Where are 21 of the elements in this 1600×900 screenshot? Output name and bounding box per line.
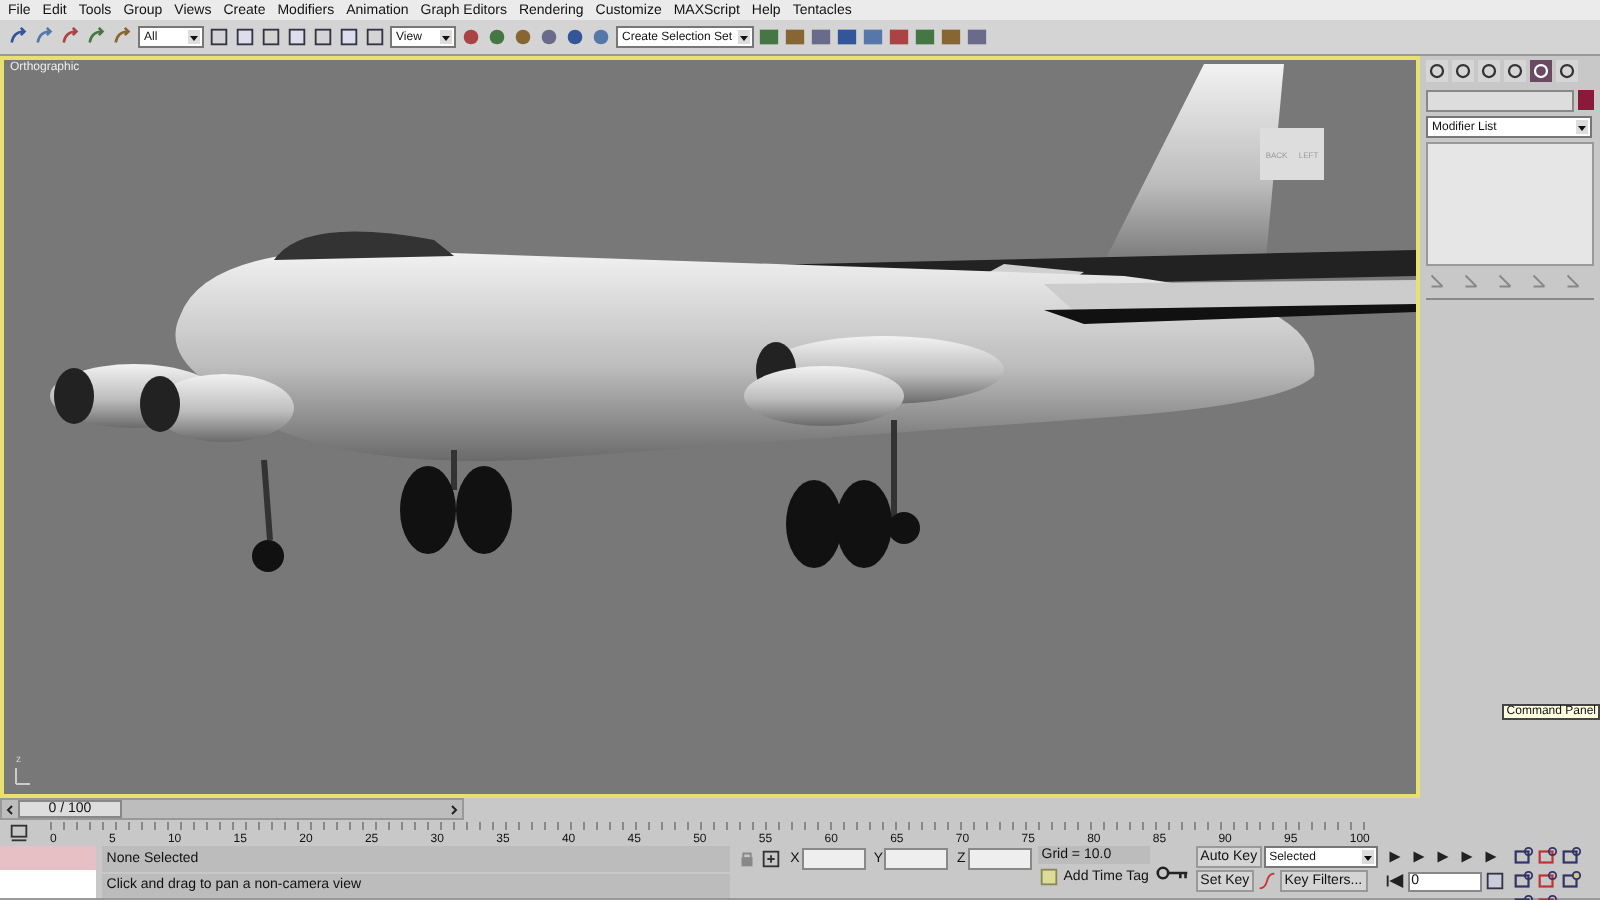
- coordinate-field[interactable]: [967, 848, 1032, 870]
- next-frame-button[interactable]: [446, 801, 462, 817]
- key-mode-toggle-icon[interactable]: [1383, 870, 1406, 892]
- undo-icon[interactable]: [8, 26, 30, 48]
- coordinate-field[interactable]: [801, 848, 866, 870]
- axis-gizmo-icon: [12, 766, 32, 786]
- key-tangent-icon[interactable]: [1255, 870, 1278, 892]
- caret-icon: [1361, 850, 1374, 864]
- caret-icon: [188, 30, 200, 44]
- maxscript-output-field[interactable]: [0, 870, 97, 898]
- caret-icon: [738, 30, 751, 44]
- rectangle-select-icon[interactable]: [260, 26, 282, 48]
- object-name-field[interactable]: [1426, 90, 1574, 112]
- key-icon[interactable]: [1155, 863, 1191, 881]
- caret-icon: [440, 30, 452, 44]
- object-color-swatch[interactable]: [1578, 90, 1594, 110]
- previous-frame-button[interactable]: [2, 801, 18, 817]
- time-tag-icon[interactable]: [1037, 866, 1060, 888]
- maxscript-listener-field[interactable]: [0, 846, 97, 870]
- coordinate-field[interactable]: [884, 848, 949, 870]
- caret-icon: [1576, 120, 1588, 134]
